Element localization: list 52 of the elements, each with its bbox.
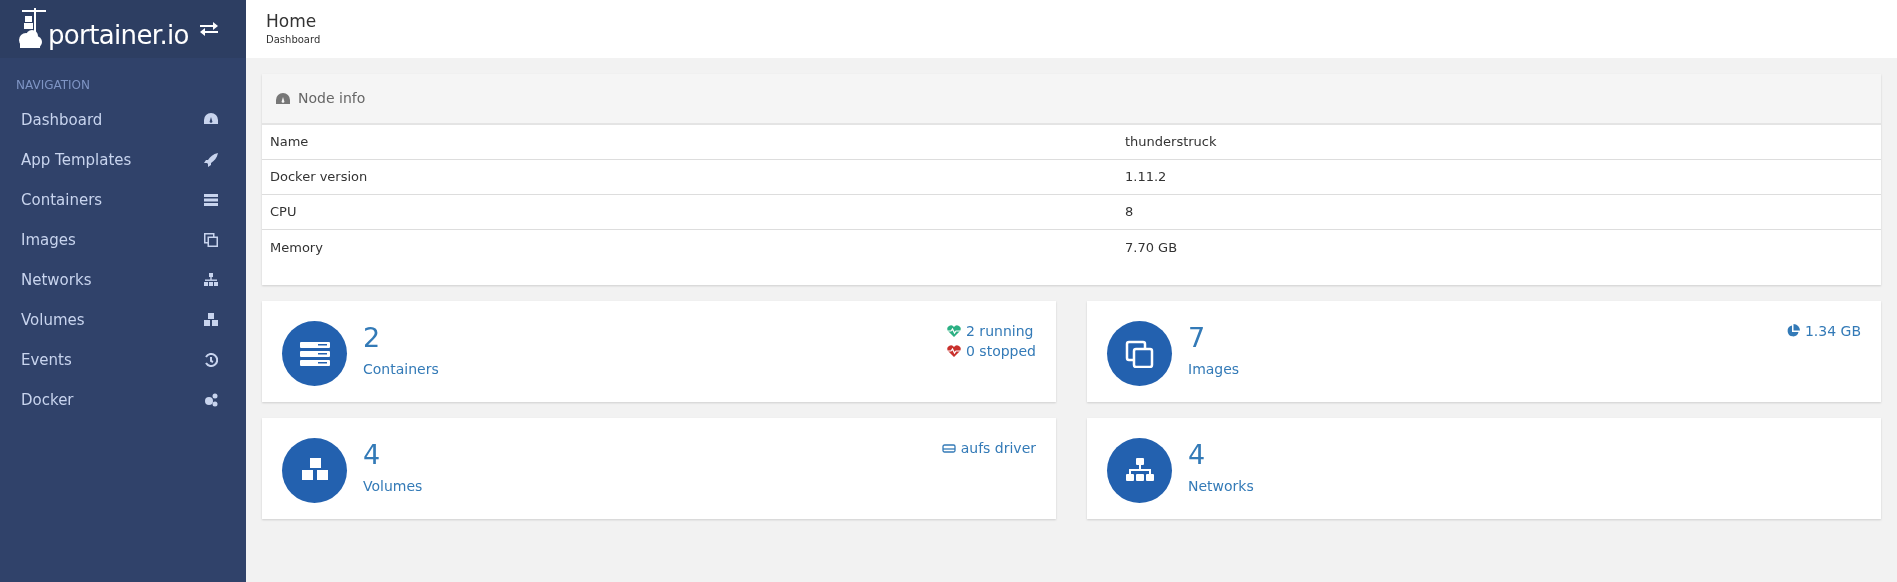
nav-item[interactable]: Containers — [0, 180, 246, 220]
copy-icon — [204, 233, 218, 247]
table-cell-text: 8 — [1125, 203, 1134, 222]
toggle-arrows-icon[interactable] — [200, 22, 218, 36]
server-icon — [204, 193, 218, 207]
rocket-icon — [204, 153, 218, 167]
nav-heading: NAVIGATION — [15, 77, 92, 94]
stat-text: 0 stopped — [966, 341, 1036, 361]
nav-item[interactable]: Events — [0, 340, 246, 380]
history-icon — [204, 353, 218, 367]
page-title: Home — [266, 10, 318, 33]
panel-title: Node info — [298, 89, 366, 108]
card-label: Volumes — [363, 476, 424, 496]
stat-text: 1.34 GB — [1804, 321, 1861, 341]
nav-item[interactable]: Images — [0, 220, 246, 260]
table-cell-text: Name — [269, 133, 310, 152]
heartbeat-icon — [947, 324, 961, 338]
table-cell-text: Memory — [269, 238, 324, 257]
logo-text: portainer.io — [48, 22, 189, 48]
nav-item[interactable]: Volumes — [0, 300, 246, 340]
stat-card[interactable]: 4 Volumes aufs driver — [262, 418, 1056, 519]
copy-icon — [1124, 339, 1155, 368]
nav-item[interactable]: Docker — [0, 380, 246, 420]
nav-item[interactable]: Dashboard — [0, 100, 246, 140]
count: 7 — [1188, 321, 1207, 355]
stat-card[interactable]: 7 Images 1.34 GB — [1087, 301, 1881, 402]
breadcrumb: Dashboard — [266, 33, 322, 48]
table-cell-text: thunderstruck — [1125, 133, 1217, 152]
hard-drive-icon — [941, 441, 956, 455]
count: 4 — [363, 438, 382, 472]
pie-chart-icon — [1785, 324, 1800, 338]
cubes-icon — [204, 313, 218, 327]
stat-card[interactable]: 4 Networks — [1087, 418, 1881, 519]
heartbeat-icon — [947, 344, 961, 358]
sitemap-icon — [204, 273, 218, 287]
dashboard-icon — [276, 92, 290, 105]
table-cell-text: CPU — [269, 203, 298, 222]
nav-item[interactable]: App Templates — [0, 140, 246, 180]
table-cell-text: 1.11.2 — [1125, 168, 1167, 187]
stat-text: 2 running — [966, 321, 1034, 341]
count: 2 — [363, 321, 382, 355]
table-cell-text: 7.70 GB — [1125, 238, 1178, 257]
table-cell-text: Docker version — [269, 168, 369, 187]
card-label: Images — [1188, 359, 1241, 379]
gauge-icon — [204, 113, 218, 127]
count: 4 — [1188, 438, 1207, 472]
card-label: Containers — [363, 359, 440, 379]
nav-item[interactable]: Networks — [0, 260, 246, 300]
stat-text: aufs driver — [960, 438, 1036, 458]
server-icon — [299, 339, 330, 368]
card-label: Networks — [1188, 476, 1255, 496]
stat-card[interactable]: 2 Containers 2 running 0 stopped — [262, 301, 1056, 402]
